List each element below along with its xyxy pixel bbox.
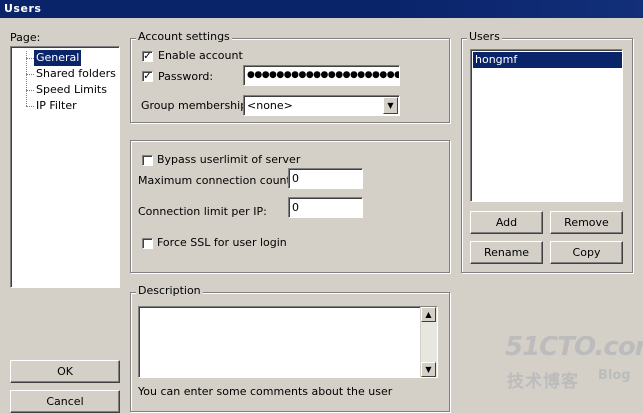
user-list-item[interactable]: hongmf: [473, 52, 622, 68]
description-title: Description: [136, 284, 203, 297]
bypass-userlimit-checkbox[interactable]: [142, 155, 153, 166]
watermark-subtitle: 技术博客: [507, 372, 579, 392]
add-user-button[interactable]: Add: [470, 211, 543, 234]
window-title: Users: [4, 2, 42, 15]
description-textarea[interactable]: ▲ ▼: [138, 306, 438, 378]
connection-per-ip-input[interactable]: 0: [288, 197, 363, 218]
password-label: Password:: [158, 70, 214, 83]
tree-connector: [26, 58, 34, 59]
users-list[interactable]: hongmf: [470, 49, 623, 202]
enable-account-checkbox[interactable]: ✓: [142, 51, 153, 62]
max-connection-input[interactable]: 0: [288, 168, 363, 189]
watermark-blog: Blog: [598, 368, 631, 383]
tree-item-general[interactable]: General: [34, 50, 82, 66]
copy-user-button[interactable]: Copy: [550, 241, 623, 264]
remove-user-button[interactable]: Remove: [550, 211, 623, 234]
max-connection-label: Maximum connection count:: [138, 174, 295, 187]
force-ssl-checkbox[interactable]: [142, 238, 153, 249]
description-hint: You can enter some comments about the us…: [138, 385, 393, 398]
tree-connector: [26, 90, 34, 91]
group-membership-label: Group membership:: [141, 99, 251, 112]
watermark-logo: 51CTO.com: [505, 332, 643, 362]
description-scrollbar[interactable]: ▲ ▼: [420, 307, 437, 377]
dropdown-arrow-icon[interactable]: ▼: [383, 97, 398, 114]
tree-connector-vertical: [26, 51, 27, 106]
checkmark-icon: ✓: [143, 71, 152, 82]
tree-connector: [26, 74, 34, 75]
account-settings-title: Account settings: [136, 30, 232, 43]
group-membership-select[interactable]: <none> ▼: [243, 95, 400, 116]
password-field[interactable]: ●●●●●●●●●●●●●●●●●●●●●●●: [243, 65, 400, 86]
page-tree[interactable]: General Shared folders Speed Limits IP F…: [10, 46, 120, 288]
users-title: Users: [467, 30, 502, 43]
window-title-bar[interactable]: Users: [0, 0, 643, 18]
group-membership-value: <none>: [247, 99, 293, 112]
tree-connector: [26, 106, 34, 107]
ok-button[interactable]: OK: [10, 360, 120, 383]
page-label: Page:: [10, 31, 41, 44]
tree-item-ip-filter[interactable]: IP Filter: [34, 98, 79, 114]
scroll-up-icon[interactable]: ▲: [421, 307, 436, 322]
enable-account-label: Enable account: [158, 49, 243, 62]
tree-item-shared-folders[interactable]: Shared folders: [34, 66, 118, 82]
bypass-userlimit-label: Bypass userlimit of server: [157, 153, 301, 166]
checkmark-icon: ✓: [143, 51, 152, 62]
force-ssl-label: Force SSL for user login: [157, 236, 287, 249]
connection-per-ip-label: Connection limit per IP:: [138, 205, 267, 218]
scroll-down-icon[interactable]: ▼: [421, 362, 436, 377]
rename-user-button[interactable]: Rename: [470, 241, 543, 264]
tree-item-speed-limits[interactable]: Speed Limits: [34, 82, 109, 98]
password-checkbox[interactable]: ✓: [142, 71, 153, 82]
